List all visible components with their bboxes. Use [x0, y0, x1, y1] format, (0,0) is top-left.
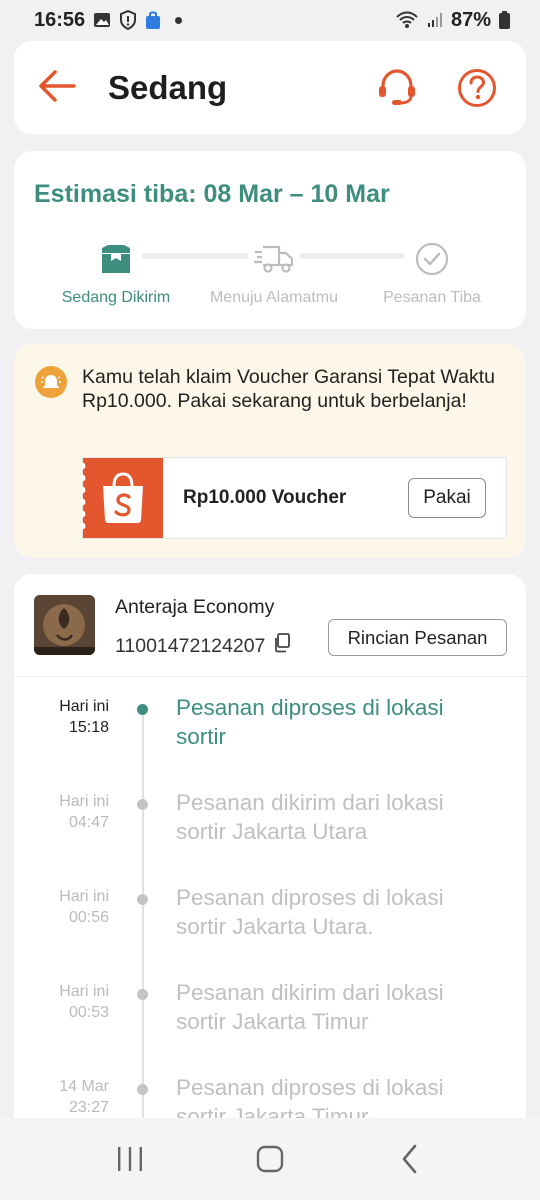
page-title: Sedang [108, 69, 228, 106]
status-bar: 16:56 87% [0, 0, 540, 40]
home-icon [256, 1145, 284, 1173]
wifi-icon [395, 11, 419, 29]
gallery-icon [93, 11, 111, 29]
tracking-number-row: 11001472124207 [115, 633, 291, 659]
voucher-banner: Kamu telah klaim Voucher Garansi Tepat W… [14, 344, 526, 558]
event-description: Pesanan diproses di lokasi sortir Jakart… [176, 885, 444, 939]
voucher-label: Rp10.000 Voucher [183, 487, 347, 508]
timeline-dot [137, 704, 148, 715]
step-label: Menuju Alamatmu [209, 289, 339, 306]
event-time: Hari ini 00:56 [59, 888, 109, 926]
shopee-bag-icon [82, 458, 163, 538]
step-label: Sedang Dikirim [61, 289, 171, 306]
step-sedang-dikirim: Sedang Dikirim [36, 239, 196, 307]
shield-alert-icon [119, 10, 137, 30]
clock: 16:56 [34, 8, 86, 31]
event-description: Pesanan diproses di lokasi sortir [176, 695, 444, 749]
headset-icon [379, 69, 415, 105]
timeline-dot [137, 1084, 148, 1095]
voucher-ticket: Rp10.000 Voucher Pakai [82, 457, 507, 539]
event-time: Hari ini 00:53 [59, 983, 109, 1021]
tracking-card: Anteraja Economy 11001472124207 Rincian … [14, 574, 526, 1200]
arrow-left-icon [39, 70, 76, 102]
timeline-dot [137, 989, 148, 1000]
back-nav-button[interactable] [380, 1129, 440, 1189]
home-button[interactable] [240, 1129, 300, 1189]
tracking-number: 11001472124207 [115, 634, 266, 657]
timeline-dot [137, 799, 148, 810]
package-icon [102, 245, 130, 273]
back-button[interactable] [36, 65, 78, 107]
step-menuju-alamatmu: Menuju Alamatmu [194, 239, 354, 307]
event-time: 14 Mar 23:27 [59, 1078, 109, 1116]
bell-icon [35, 366, 67, 398]
delivery-estimate-card: Estimasi tiba: 08 Mar – 10 Mar Sedang Di… [14, 151, 526, 329]
notification-dot [175, 16, 183, 24]
question-circle-icon [458, 69, 496, 107]
check-circle-icon [415, 242, 449, 276]
step-label: Pesanan Tiba [383, 289, 481, 306]
estimate-title: Estimasi tiba: 08 Mar – 10 Mar [34, 180, 390, 208]
event-description: Pesanan dikirim dari lokasi sortir Jakar… [176, 790, 444, 844]
courier-name: Anteraja Economy [115, 596, 275, 618]
system-navigation-bar [0, 1118, 540, 1200]
signal-icon [427, 12, 443, 28]
event-description: Pesanan dikirim dari lokasi sortir Jakar… [176, 980, 444, 1034]
battery-percentage: 87% [450, 8, 491, 31]
battery-icon [499, 11, 510, 29]
courier-logo [34, 595, 95, 655]
copy-icon[interactable] [273, 633, 291, 659]
timeline-dot [137, 894, 148, 905]
event-time: Hari ini 15:18 [59, 698, 109, 736]
use-voucher-button[interactable]: Pakai [408, 478, 486, 518]
shopping-bag-icon [145, 10, 161, 30]
help-button[interactable] [454, 65, 500, 111]
voucher-message: Kamu telah klaim Voucher Garansi Tepat W… [82, 366, 495, 412]
delivery-truck-icon [254, 245, 294, 273]
divider [14, 676, 526, 677]
chevron-left-icon [402, 1144, 417, 1174]
recent-apps-button[interactable] [100, 1129, 160, 1189]
event-time: Hari ini 04:47 [59, 793, 109, 831]
app-header: Sedang [14, 41, 526, 134]
recent-apps-icon [118, 1147, 142, 1171]
order-details-button[interactable]: Rincian Pesanan [328, 619, 507, 656]
step-pesanan-tiba: Pesanan Tiba [352, 239, 512, 307]
customer-support-button[interactable] [374, 65, 420, 111]
